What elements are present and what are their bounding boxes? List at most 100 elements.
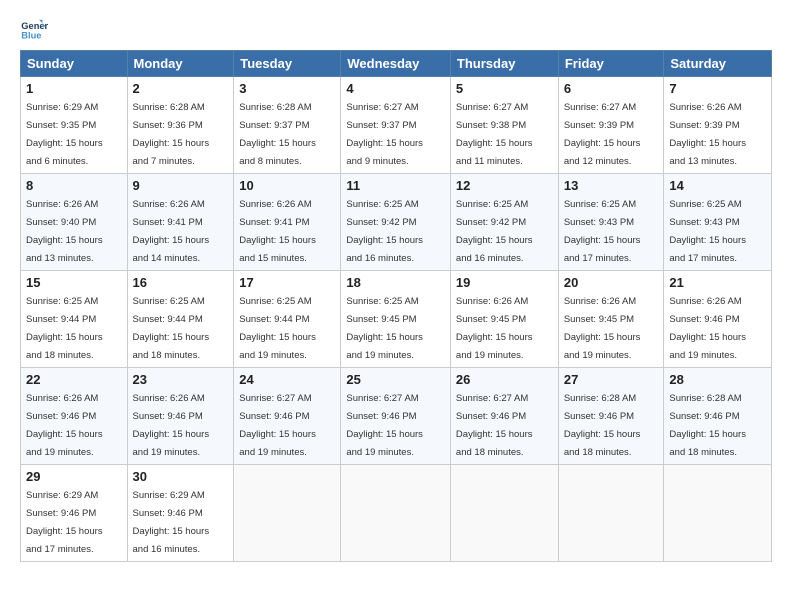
day-number: 2	[133, 81, 229, 96]
day-info: Sunrise: 6:25 AMSunset: 9:44 PMDaylight:…	[239, 296, 316, 361]
day-number: 10	[239, 178, 335, 193]
day-info: Sunrise: 6:25 AMSunset: 9:45 PMDaylight:…	[346, 296, 423, 361]
day-number: 8	[26, 178, 122, 193]
col-header-tuesday: Tuesday	[234, 51, 341, 77]
calendar-cell	[558, 465, 664, 562]
day-number: 11	[346, 178, 445, 193]
day-number: 30	[133, 469, 229, 484]
calendar-week-row: 29 Sunrise: 6:29 AMSunset: 9:46 PMDaylig…	[21, 465, 772, 562]
col-header-friday: Friday	[558, 51, 664, 77]
day-info: Sunrise: 6:28 AMSunset: 9:37 PMDaylight:…	[239, 102, 316, 167]
calendar-cell: 24 Sunrise: 6:27 AMSunset: 9:46 PMDaylig…	[234, 368, 341, 465]
calendar-cell: 2 Sunrise: 6:28 AMSunset: 9:36 PMDayligh…	[127, 77, 234, 174]
day-number: 3	[239, 81, 335, 96]
day-number: 21	[669, 275, 766, 290]
day-info: Sunrise: 6:26 AMSunset: 9:41 PMDaylight:…	[133, 199, 210, 264]
day-number: 7	[669, 81, 766, 96]
day-info: Sunrise: 6:26 AMSunset: 9:46 PMDaylight:…	[26, 393, 103, 458]
day-info: Sunrise: 6:29 AMSunset: 9:46 PMDaylight:…	[26, 490, 103, 555]
day-info: Sunrise: 6:26 AMSunset: 9:39 PMDaylight:…	[669, 102, 746, 167]
col-header-saturday: Saturday	[664, 51, 772, 77]
day-info: Sunrise: 6:26 AMSunset: 9:46 PMDaylight:…	[133, 393, 210, 458]
day-number: 19	[456, 275, 553, 290]
calendar-cell: 18 Sunrise: 6:25 AMSunset: 9:45 PMDaylig…	[341, 271, 451, 368]
calendar-cell: 15 Sunrise: 6:25 AMSunset: 9:44 PMDaylig…	[21, 271, 128, 368]
calendar-cell: 3 Sunrise: 6:28 AMSunset: 9:37 PMDayligh…	[234, 77, 341, 174]
calendar-cell: 27 Sunrise: 6:28 AMSunset: 9:46 PMDaylig…	[558, 368, 664, 465]
day-info: Sunrise: 6:25 AMSunset: 9:42 PMDaylight:…	[346, 199, 423, 264]
calendar-cell: 21 Sunrise: 6:26 AMSunset: 9:46 PMDaylig…	[664, 271, 772, 368]
calendar-cell	[450, 465, 558, 562]
day-number: 23	[133, 372, 229, 387]
col-header-thursday: Thursday	[450, 51, 558, 77]
day-number: 26	[456, 372, 553, 387]
day-number: 29	[26, 469, 122, 484]
col-header-monday: Monday	[127, 51, 234, 77]
calendar-cell: 30 Sunrise: 6:29 AMSunset: 9:46 PMDaylig…	[127, 465, 234, 562]
calendar-cell: 8 Sunrise: 6:26 AMSunset: 9:40 PMDayligh…	[21, 174, 128, 271]
calendar-cell: 9 Sunrise: 6:26 AMSunset: 9:41 PMDayligh…	[127, 174, 234, 271]
day-info: Sunrise: 6:27 AMSunset: 9:46 PMDaylight:…	[346, 393, 423, 458]
col-header-sunday: Sunday	[21, 51, 128, 77]
calendar-cell: 5 Sunrise: 6:27 AMSunset: 9:38 PMDayligh…	[450, 77, 558, 174]
logo-icon: General Blue	[20, 18, 48, 40]
day-info: Sunrise: 6:28 AMSunset: 9:46 PMDaylight:…	[669, 393, 746, 458]
day-number: 16	[133, 275, 229, 290]
page: General Blue SundayMondayTuesdayWednesda…	[0, 0, 792, 612]
day-number: 4	[346, 81, 445, 96]
day-info: Sunrise: 6:25 AMSunset: 9:44 PMDaylight:…	[133, 296, 210, 361]
calendar-cell: 4 Sunrise: 6:27 AMSunset: 9:37 PMDayligh…	[341, 77, 451, 174]
day-info: Sunrise: 6:25 AMSunset: 9:44 PMDaylight:…	[26, 296, 103, 361]
day-number: 6	[564, 81, 659, 96]
calendar-week-row: 22 Sunrise: 6:26 AMSunset: 9:46 PMDaylig…	[21, 368, 772, 465]
calendar-cell: 13 Sunrise: 6:25 AMSunset: 9:43 PMDaylig…	[558, 174, 664, 271]
calendar-header-row: SundayMondayTuesdayWednesdayThursdayFrid…	[21, 51, 772, 77]
calendar-cell: 7 Sunrise: 6:26 AMSunset: 9:39 PMDayligh…	[664, 77, 772, 174]
day-number: 5	[456, 81, 553, 96]
day-info: Sunrise: 6:27 AMSunset: 9:46 PMDaylight:…	[239, 393, 316, 458]
calendar-cell: 19 Sunrise: 6:26 AMSunset: 9:45 PMDaylig…	[450, 271, 558, 368]
day-info: Sunrise: 6:26 AMSunset: 9:40 PMDaylight:…	[26, 199, 103, 264]
calendar-cell: 6 Sunrise: 6:27 AMSunset: 9:39 PMDayligh…	[558, 77, 664, 174]
header: General Blue	[20, 18, 772, 40]
calendar-week-row: 15 Sunrise: 6:25 AMSunset: 9:44 PMDaylig…	[21, 271, 772, 368]
calendar-cell: 1 Sunrise: 6:29 AMSunset: 9:35 PMDayligh…	[21, 77, 128, 174]
day-info: Sunrise: 6:27 AMSunset: 9:37 PMDaylight:…	[346, 102, 423, 167]
calendar-cell: 12 Sunrise: 6:25 AMSunset: 9:42 PMDaylig…	[450, 174, 558, 271]
day-info: Sunrise: 6:27 AMSunset: 9:38 PMDaylight:…	[456, 102, 533, 167]
day-info: Sunrise: 6:25 AMSunset: 9:43 PMDaylight:…	[669, 199, 746, 264]
day-info: Sunrise: 6:26 AMSunset: 9:45 PMDaylight:…	[564, 296, 641, 361]
calendar-cell: 11 Sunrise: 6:25 AMSunset: 9:42 PMDaylig…	[341, 174, 451, 271]
day-info: Sunrise: 6:26 AMSunset: 9:41 PMDaylight:…	[239, 199, 316, 264]
day-info: Sunrise: 6:28 AMSunset: 9:36 PMDaylight:…	[133, 102, 210, 167]
calendar-week-row: 8 Sunrise: 6:26 AMSunset: 9:40 PMDayligh…	[21, 174, 772, 271]
svg-text:Blue: Blue	[21, 30, 41, 40]
day-info: Sunrise: 6:29 AMSunset: 9:35 PMDaylight:…	[26, 102, 103, 167]
day-number: 14	[669, 178, 766, 193]
day-info: Sunrise: 6:25 AMSunset: 9:42 PMDaylight:…	[456, 199, 533, 264]
calendar-cell: 29 Sunrise: 6:29 AMSunset: 9:46 PMDaylig…	[21, 465, 128, 562]
day-number: 13	[564, 178, 659, 193]
day-number: 25	[346, 372, 445, 387]
calendar-cell: 26 Sunrise: 6:27 AMSunset: 9:46 PMDaylig…	[450, 368, 558, 465]
day-info: Sunrise: 6:27 AMSunset: 9:39 PMDaylight:…	[564, 102, 641, 167]
day-number: 15	[26, 275, 122, 290]
day-info: Sunrise: 6:29 AMSunset: 9:46 PMDaylight:…	[133, 490, 210, 555]
day-number: 18	[346, 275, 445, 290]
calendar-cell: 14 Sunrise: 6:25 AMSunset: 9:43 PMDaylig…	[664, 174, 772, 271]
day-number: 27	[564, 372, 659, 387]
calendar-cell: 23 Sunrise: 6:26 AMSunset: 9:46 PMDaylig…	[127, 368, 234, 465]
day-info: Sunrise: 6:26 AMSunset: 9:45 PMDaylight:…	[456, 296, 533, 361]
calendar-cell	[664, 465, 772, 562]
col-header-wednesday: Wednesday	[341, 51, 451, 77]
day-number: 24	[239, 372, 335, 387]
calendar-cell	[234, 465, 341, 562]
calendar-cell	[341, 465, 451, 562]
logo: General Blue	[20, 18, 52, 40]
day-number: 17	[239, 275, 335, 290]
calendar-cell: 16 Sunrise: 6:25 AMSunset: 9:44 PMDaylig…	[127, 271, 234, 368]
day-number: 1	[26, 81, 122, 96]
calendar-table: SundayMondayTuesdayWednesdayThursdayFrid…	[20, 50, 772, 562]
day-number: 12	[456, 178, 553, 193]
day-number: 22	[26, 372, 122, 387]
